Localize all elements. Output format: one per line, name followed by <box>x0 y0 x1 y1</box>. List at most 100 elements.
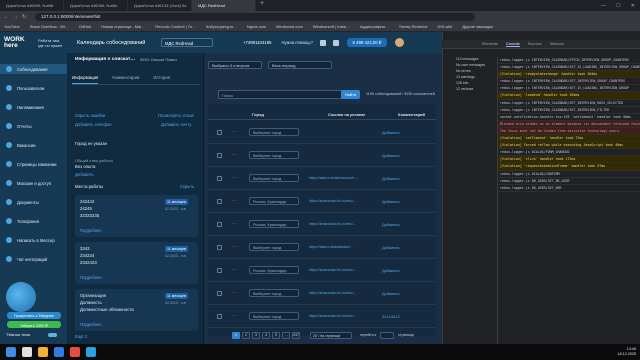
tab-comments[interactable]: Комментарии <box>112 75 139 84</box>
row-checkbox[interactable] <box>217 198 222 204</box>
page-size-select[interactable]: 20 / на странице <box>310 331 352 339</box>
bookmark-link[interactable]: Ngrok.com <box>247 24 266 31</box>
help-link[interactable]: Нужна помощь? <box>281 40 313 45</box>
sidebar-item[interactable]: Пользователи <box>0 83 67 93</box>
job-more-link[interactable]: Подробнее <box>80 275 102 280</box>
status-filter[interactable]: Выбрано 0 статусов <box>208 60 262 69</box>
add-phone-link[interactable]: Добавить телефон <box>75 122 112 127</box>
jobs-hide-link[interactable]: Скрыть <box>180 184 194 189</box>
bookmark-link[interactable]: Reconic Context | To… <box>155 24 196 31</box>
row-menu-icon[interactable]: ⋯ <box>232 244 237 250</box>
bell-icon[interactable] <box>333 39 340 46</box>
sidebar-item[interactable]: Отчеты <box>0 121 67 131</box>
browser-tab[interactable]: Доработка #36066: Notific <box>64 0 128 11</box>
city-select[interactable]: Россия, Краснодар <box>249 220 299 228</box>
add-comment-link[interactable]: Добавить <box>382 176 400 181</box>
sidebar-item[interactable]: Документы <box>0 197 67 207</box>
table-row[interactable]: ⋯ Выберите город Добавить <box>208 121 436 144</box>
table-row[interactable]: ⋯ Выберите город Добавить <box>208 144 436 167</box>
add-comment-link[interactable]: Добавить <box>382 130 400 135</box>
add-comment-link[interactable]: Добавить <box>382 153 400 158</box>
back-icon[interactable]: ← <box>4 14 13 20</box>
hide-errors-link[interactable]: Скрыть ошибки <box>75 113 105 118</box>
bookmark-link[interactable]: DIS-wiki <box>438 24 453 31</box>
row-checkbox[interactable] <box>217 129 222 135</box>
city-select[interactable]: Выберите город <box>249 128 299 136</box>
sidebar-item[interactable]: Чат интеграций <box>0 254 67 264</box>
bookmark-link[interactable]: Windsorsoft | Insta… <box>313 24 350 31</box>
bookmark-link[interactable]: Новая страница - Mai… <box>101 24 145 31</box>
more-jobs-link[interactable]: Ещё 2 <box>75 334 87 339</box>
start-icon[interactable] <box>6 347 16 357</box>
add-comment-link[interactable]: Добавить <box>382 222 400 227</box>
browser-tab-active[interactable]: МДС RedHead <box>192 0 256 11</box>
chat-icon[interactable] <box>320 39 327 46</box>
row-menu-icon[interactable]: ⋯ <box>232 198 237 204</box>
sidebar-item[interactable]: Магазин и доступ <box>0 178 67 188</box>
row-checkbox[interactable] <box>217 290 222 296</box>
tab-network[interactable]: Network <box>550 42 564 46</box>
find-button[interactable]: Найти <box>341 90 360 99</box>
add-comment-link[interactable]: Добавить <box>382 268 400 273</box>
city-select[interactable]: Россия, Краснодар <box>249 266 299 274</box>
city-select[interactable]: Выберите город <box>249 312 299 320</box>
page-button[interactable]: 247 <box>292 331 300 339</box>
table-row[interactable]: ⋯ Выберите город https://iaido.ru/kazahsta… <box>208 236 436 259</box>
table-row[interactable]: ⋯ Россия, Краснодар https://krasnodar.hh.r… <box>208 190 436 213</box>
bookmark-link[interactable]: Другие закладки <box>462 24 493 31</box>
row-menu-icon[interactable]: ⋯ <box>232 129 237 135</box>
maximize-icon[interactable]: ☐ <box>616 3 620 11</box>
vscode-icon[interactable] <box>54 347 64 357</box>
row-menu-icon[interactable]: ⋯ <box>232 313 237 319</box>
job-more-link[interactable]: Подробнее <box>80 322 102 327</box>
row-menu-icon[interactable]: ⋯ <box>232 267 237 273</box>
sidebar-item[interactable]: Страницы компании <box>0 159 67 169</box>
add-comment-link[interactable]: Добавить <box>382 199 400 204</box>
bookmark-link[interactable]: Кобуструктура… <box>206 24 237 31</box>
table-row[interactable]: ⋯ Выберите город https://krasnodar.hh.ru/r… <box>208 282 436 305</box>
avatar[interactable] <box>395 38 405 47</box>
row-menu-icon[interactable]: ⋯ <box>232 221 237 227</box>
sidebar-item[interactable]: Собеседования <box>0 64 67 74</box>
sidebar-item[interactable]: Написать в Мессер <box>0 235 67 245</box>
add-comment-link[interactable]: Добавить <box>382 291 400 296</box>
bookmark-link[interactable]: Аудиография… <box>360 24 389 31</box>
bookmark-link[interactable]: YouTube <box>4 24 20 31</box>
job-more-link[interactable]: Подробнее <box>80 228 102 233</box>
search-input[interactable]: Поиск <box>218 90 358 99</box>
row-menu-icon[interactable]: ⋯ <box>232 175 237 181</box>
add-comment-link[interactable]: 24124412 <box>382 314 400 319</box>
page-button[interactable]: 4 <box>262 331 270 339</box>
telegram-button[interactable]: Прикрепить к Telegram <box>7 312 61 319</box>
tab-console[interactable]: Console <box>505 42 520 47</box>
browser-icon[interactable] <box>70 347 80 357</box>
sidebar-item[interactable]: Вакансии <box>0 140 67 150</box>
close-icon[interactable]: ✕ <box>631 3 635 11</box>
page-button[interactable]: 3 <box>252 331 260 339</box>
page-button[interactable]: 5 <box>272 331 280 339</box>
city-select[interactable]: Выберите город <box>249 151 299 159</box>
browser-tab[interactable]: Доработка #36133: [front] Ко <box>128 0 192 11</box>
row-menu-icon[interactable]: ⋯ <box>232 152 237 158</box>
bookmark-link[interactable]: Timely Redmine <box>399 24 428 31</box>
goto-input[interactable] <box>380 331 395 339</box>
page-button[interactable]: 1 <box>232 331 240 339</box>
row-checkbox[interactable] <box>217 244 222 250</box>
console-filter-item[interactable]: 12 verbose <box>442 87 497 93</box>
forward-icon[interactable]: → <box>13 14 22 20</box>
row-checkbox[interactable] <box>217 152 222 158</box>
col-comment[interactable]: Комментарий <box>398 112 425 117</box>
city-select[interactable]: Выберите город <box>249 289 299 297</box>
add-experience-link[interactable]: Добавить <box>75 172 94 177</box>
table-row[interactable]: ⋯ Выберите город https://krasnodar.hh.ru/r… <box>208 305 436 328</box>
row-checkbox[interactable] <box>217 175 222 181</box>
page-button[interactable]: 2 <box>242 331 250 339</box>
region-select[interactable]: МДС RedHead <box>161 38 213 47</box>
resume-link[interactable]: https://krasnodar.hh.ru/resu… <box>309 268 364 272</box>
tab-elements[interactable]: Elements <box>482 42 498 46</box>
city-select[interactable]: Выберите город <box>249 243 299 251</box>
reload-icon[interactable]: ↻ <box>22 14 31 20</box>
bookmark-link[interactable]: GitHub <box>79 24 91 31</box>
browser-tab[interactable]: Доработка #36509: Notifik <box>0 0 64 11</box>
table-row[interactable]: ⋯ Выберите город https://iaido.ru/tula/res… <box>208 167 436 190</box>
